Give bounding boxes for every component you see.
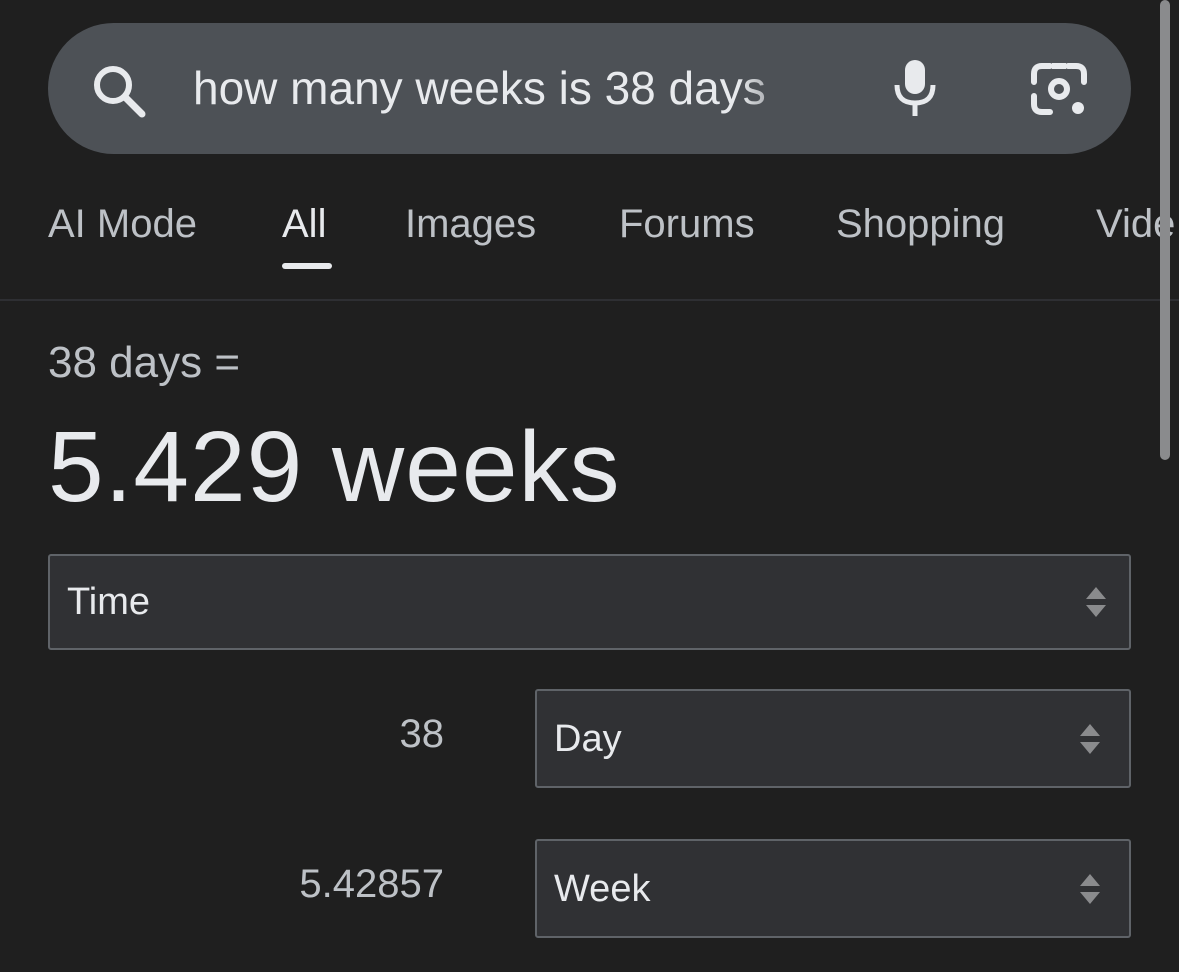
search-tabs: AI Mode All Images Forums Shopping Vide — [0, 190, 1179, 300]
microphone-icon[interactable] — [890, 58, 940, 118]
lens-icon[interactable] — [1030, 60, 1088, 118]
category-select-value: Time — [67, 581, 151, 623]
tab-shopping[interactable]: Shopping — [836, 202, 1005, 247]
search-input[interactable] — [193, 52, 813, 124]
active-tab-indicator — [282, 263, 332, 269]
search-icon[interactable] — [90, 62, 148, 120]
category-select[interactable]: Time — [48, 554, 1131, 650]
page: AI Mode All Images Forums Shopping Vide … — [0, 0, 1179, 972]
conversion-result: 5.429 weeks — [48, 411, 621, 523]
to-unit-select[interactable]: Week — [535, 839, 1131, 938]
up-down-arrow-icon — [1086, 587, 1106, 617]
from-unit-select[interactable]: Day — [535, 689, 1131, 788]
tabs-divider — [0, 299, 1179, 301]
conversion-equation: 38 days = — [48, 338, 241, 387]
tab-images[interactable]: Images — [405, 202, 536, 247]
tab-ai-mode[interactable]: AI Mode — [48, 202, 197, 247]
up-down-arrow-icon — [1080, 724, 1100, 754]
scrollbar[interactable] — [1160, 0, 1170, 460]
from-unit-value: Day — [554, 718, 622, 760]
tab-all[interactable]: All — [282, 202, 326, 247]
to-unit-value: Week — [554, 868, 651, 910]
up-down-arrow-icon — [1080, 874, 1100, 904]
tab-forums[interactable]: Forums — [619, 202, 755, 247]
from-value[interactable]: 38 — [44, 712, 445, 757]
to-value[interactable]: 5.42857 — [44, 862, 444, 907]
